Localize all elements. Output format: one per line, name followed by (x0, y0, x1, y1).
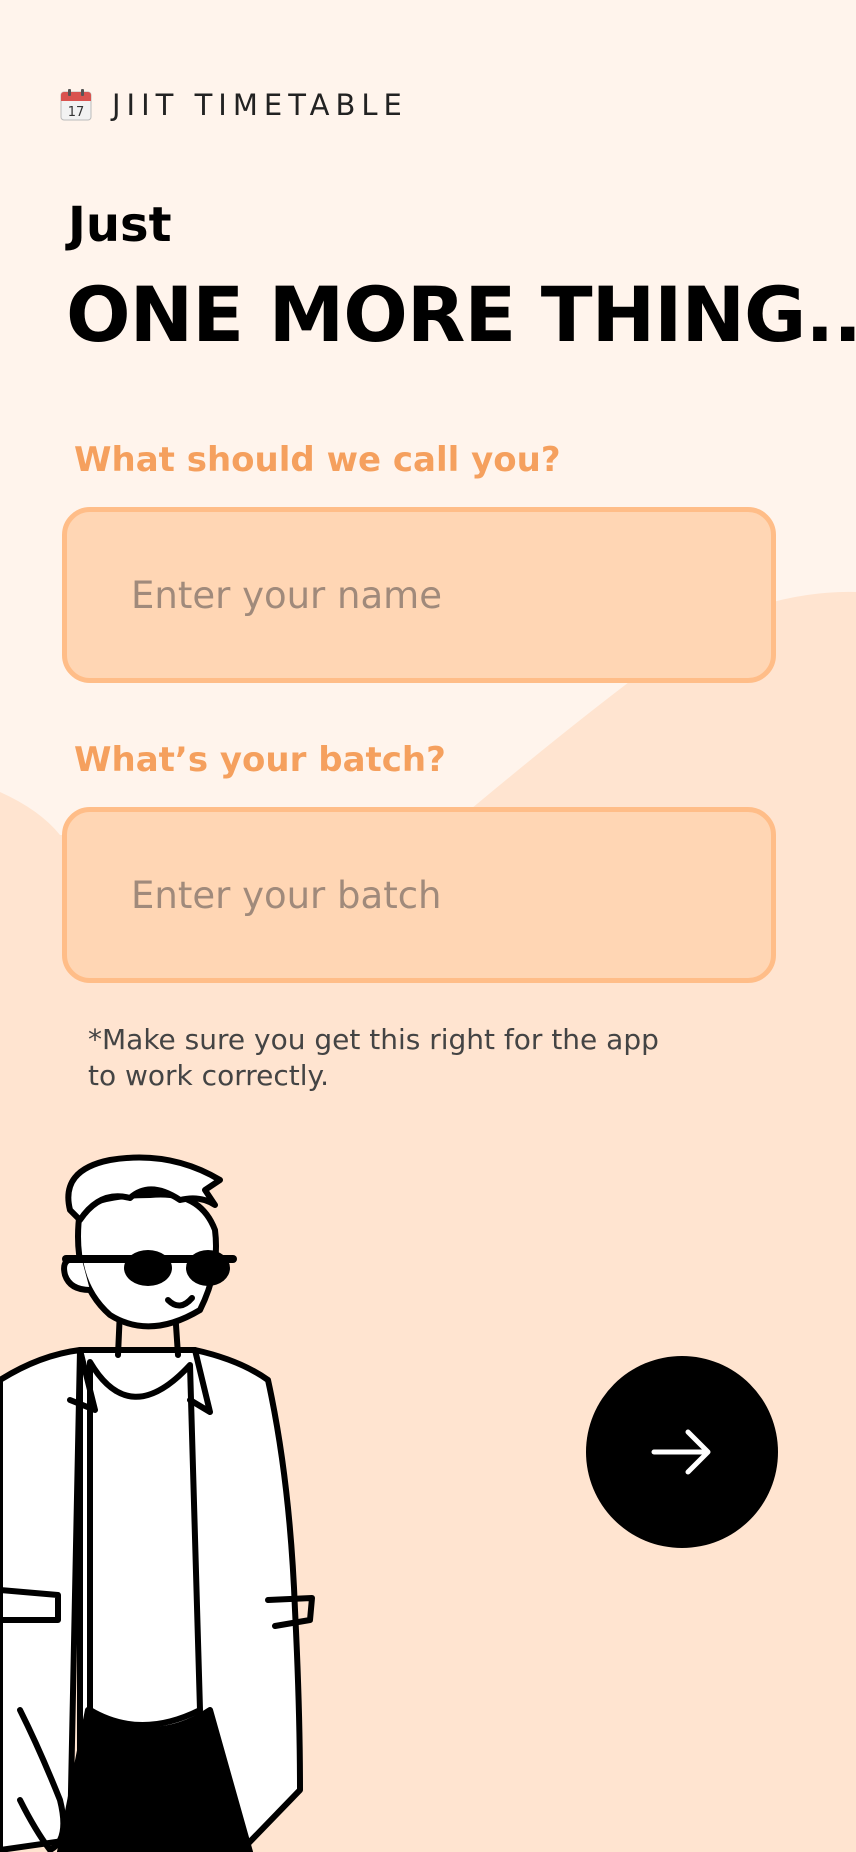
person-with-sunglasses-illustration (0, 1154, 315, 1852)
batch-input[interactable] (67, 812, 771, 978)
name-field-label: What should we call you? (74, 440, 561, 480)
next-button[interactable] (586, 1356, 778, 1548)
batch-note: *Make sure you get this right for the ap… (88, 1023, 659, 1092)
hero-subtitle: Just (68, 197, 172, 253)
app-title: JIIT TIMETABLE (112, 88, 408, 122)
name-field-container[interactable] (62, 507, 776, 683)
svg-text:17: 17 (68, 105, 85, 120)
app-header: 17 JIIT TIMETABLE (60, 88, 408, 122)
name-input[interactable] (67, 512, 771, 678)
batch-field-label: What’s your batch? (74, 740, 446, 780)
calendar-icon: 17 (60, 89, 92, 121)
arrow-right-icon (651, 1429, 711, 1475)
batch-field-container[interactable] (62, 807, 776, 983)
hero-headline: ONE MORE THING... (66, 270, 856, 359)
